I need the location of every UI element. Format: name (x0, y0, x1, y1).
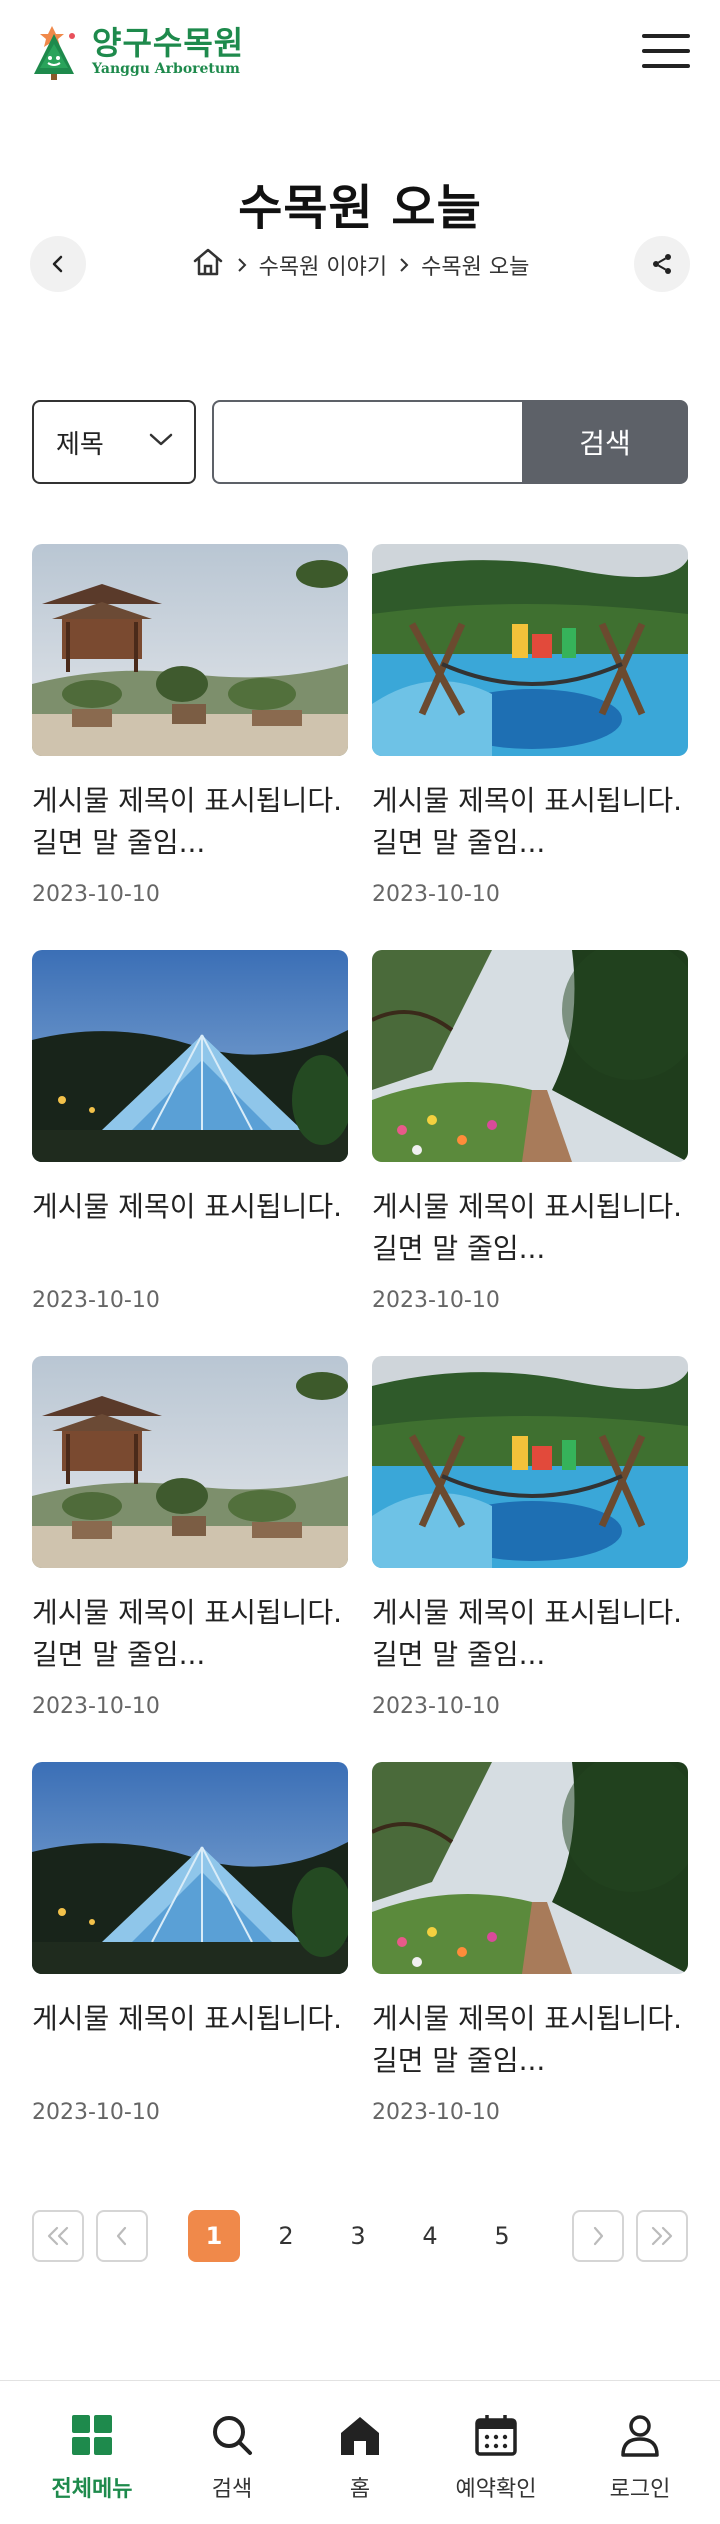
chevron-right-icon (237, 257, 247, 273)
logo-english-text: Yanggu Arboretum (92, 61, 240, 77)
share-button[interactable] (634, 236, 690, 292)
page-title: 수목원 오늘 (238, 180, 482, 236)
nav-label: 홈 (349, 2477, 371, 2502)
search-button[interactable]: 검색 (522, 400, 688, 484)
post-title: 게시물 제목이 표시됩니다. (32, 784, 343, 817)
home-icon[interactable] (191, 246, 225, 284)
post-thumbnail (32, 544, 348, 756)
post-date: 2023-10-10 (32, 1694, 160, 1719)
post-title: 게시물 제목이 표시됩니다. (372, 2002, 683, 2035)
post-card[interactable]: 게시물 제목이 표시됩니다. 길면 말 줄임... 2023-10-10 (372, 1762, 688, 2142)
breadcrumb-item[interactable]: 수목원 이야기 (259, 249, 387, 281)
post-date: 2023-10-10 (32, 882, 160, 907)
post-card[interactable]: 게시물 제목이 표시됩니다. 2023-10-10 (32, 1762, 348, 2142)
post-card[interactable]: 게시물 제목이 표시됩니다. 2023-10-10 (32, 950, 348, 1330)
post-card[interactable]: 게시물 제목이 표시됩니다. 길면 말 줄임... 2023-10-10 (372, 1356, 688, 1736)
first-page-button[interactable] (32, 2210, 84, 2262)
double-chevron-right-icon (651, 2226, 673, 2246)
nav-label: 전체메뉴 (51, 2477, 133, 2502)
hamburger-menu-icon[interactable] (642, 34, 690, 70)
page-number[interactable]: 2 (260, 2210, 312, 2262)
bottom-navigation: 전체메뉴 검색 홈 예약확인 로그인 (0, 2380, 720, 2524)
post-title: 게시물 제목이 표시됩니다. (32, 2002, 343, 2035)
page-number-current[interactable]: 1 (188, 2210, 240, 2262)
next-page-button[interactable] (572, 2210, 624, 2262)
post-date: 2023-10-10 (32, 2100, 160, 2125)
page-number[interactable]: 4 (404, 2210, 456, 2262)
site-header: 양구수목원 Yanggu Arboretum (0, 0, 720, 110)
post-title-overflow: 길면 말 줄임... (32, 1638, 206, 1671)
grid-icon (68, 2411, 116, 2459)
post-thumbnail (32, 1762, 348, 1974)
page-number[interactable]: 5 (476, 2210, 528, 2262)
post-date: 2023-10-10 (372, 882, 500, 907)
post-card[interactable]: 게시물 제목이 표시됩니다. 길면 말 줄임... 2023-10-10 (372, 544, 688, 924)
breadcrumb-item-current[interactable]: 수목원 오늘 (421, 249, 529, 281)
nav-label: 검색 (211, 2477, 253, 2502)
search-icon (208, 2411, 256, 2459)
share-icon (653, 254, 671, 274)
nav-reservation-check[interactable]: 예약확인 (436, 2411, 556, 2503)
post-title-overflow: 길면 말 줄임... (372, 1638, 546, 1671)
post-title: 게시물 제목이 표시됩니다. (32, 1596, 343, 1629)
nav-login[interactable]: 로그인 (580, 2411, 700, 2503)
logo-korean-text: 양구수목원 (92, 24, 245, 62)
post-title-overflow: 길면 말 줄임... (372, 2044, 546, 2077)
chevron-left-icon (116, 2226, 127, 2246)
double-chevron-left-icon (47, 2226, 69, 2246)
post-thumbnail (372, 544, 688, 756)
site-logo[interactable]: 양구수목원 Yanggu Arboretum (30, 22, 244, 82)
chevron-right-icon (399, 257, 409, 273)
breadcrumb: 수목원 이야기 수목원 오늘 (0, 246, 720, 284)
post-title: 게시물 제목이 표시됩니다. (32, 1190, 343, 1223)
post-title: 게시물 제목이 표시됩니다. (372, 1190, 683, 1223)
pagination: 1 2 3 4 5 (32, 2210, 688, 2262)
home-icon (336, 2411, 384, 2459)
last-page-button[interactable] (636, 2210, 688, 2262)
chevron-down-icon (149, 433, 173, 446)
post-date: 2023-10-10 (372, 2100, 500, 2125)
post-date: 2023-10-10 (32, 1288, 160, 1313)
post-thumbnail (32, 950, 348, 1162)
calendar-icon (472, 2411, 520, 2459)
post-title: 게시물 제목이 표시됩니다. (372, 1596, 683, 1629)
nav-search[interactable]: 검색 (172, 2411, 292, 2503)
search-field-select-value: 제목 (56, 429, 104, 460)
post-thumbnail (372, 1356, 688, 1568)
page-number[interactable]: 3 (332, 2210, 384, 2262)
post-date: 2023-10-10 (372, 1288, 500, 1313)
post-date: 2023-10-10 (372, 1694, 500, 1719)
post-title: 게시물 제목이 표시됩니다. (372, 784, 683, 817)
post-card[interactable]: 게시물 제목이 표시됩니다. 길면 말 줄임... 2023-10-10 (32, 1356, 348, 1736)
search-input[interactable] (212, 400, 522, 484)
nav-label: 로그인 (609, 2477, 671, 2502)
nav-all-menu[interactable]: 전체메뉴 (32, 2411, 152, 2503)
post-title-overflow: 길면 말 줄임... (372, 1232, 546, 1265)
post-thumbnail (372, 1762, 688, 1974)
post-title-overflow: 길면 말 줄임... (32, 826, 206, 859)
post-card[interactable]: 게시물 제목이 표시됩니다. 길면 말 줄임... 2023-10-10 (372, 950, 688, 1330)
post-thumbnail (32, 1356, 348, 1568)
tree-logo-icon (30, 22, 86, 82)
post-card[interactable]: 게시물 제목이 표시됩니다. 길면 말 줄임... 2023-10-10 (32, 544, 348, 924)
nav-label: 예약확인 (455, 2477, 537, 2502)
post-thumbnail (372, 950, 688, 1162)
chevron-right-icon (593, 2226, 604, 2246)
prev-page-button[interactable] (96, 2210, 148, 2262)
search-bar: 제목 검색 (32, 400, 688, 484)
search-field-select[interactable]: 제목 (32, 400, 196, 484)
post-title-overflow: 길면 말 줄임... (372, 826, 546, 859)
nav-home[interactable]: 홈 (300, 2411, 420, 2503)
user-icon (616, 2411, 664, 2459)
